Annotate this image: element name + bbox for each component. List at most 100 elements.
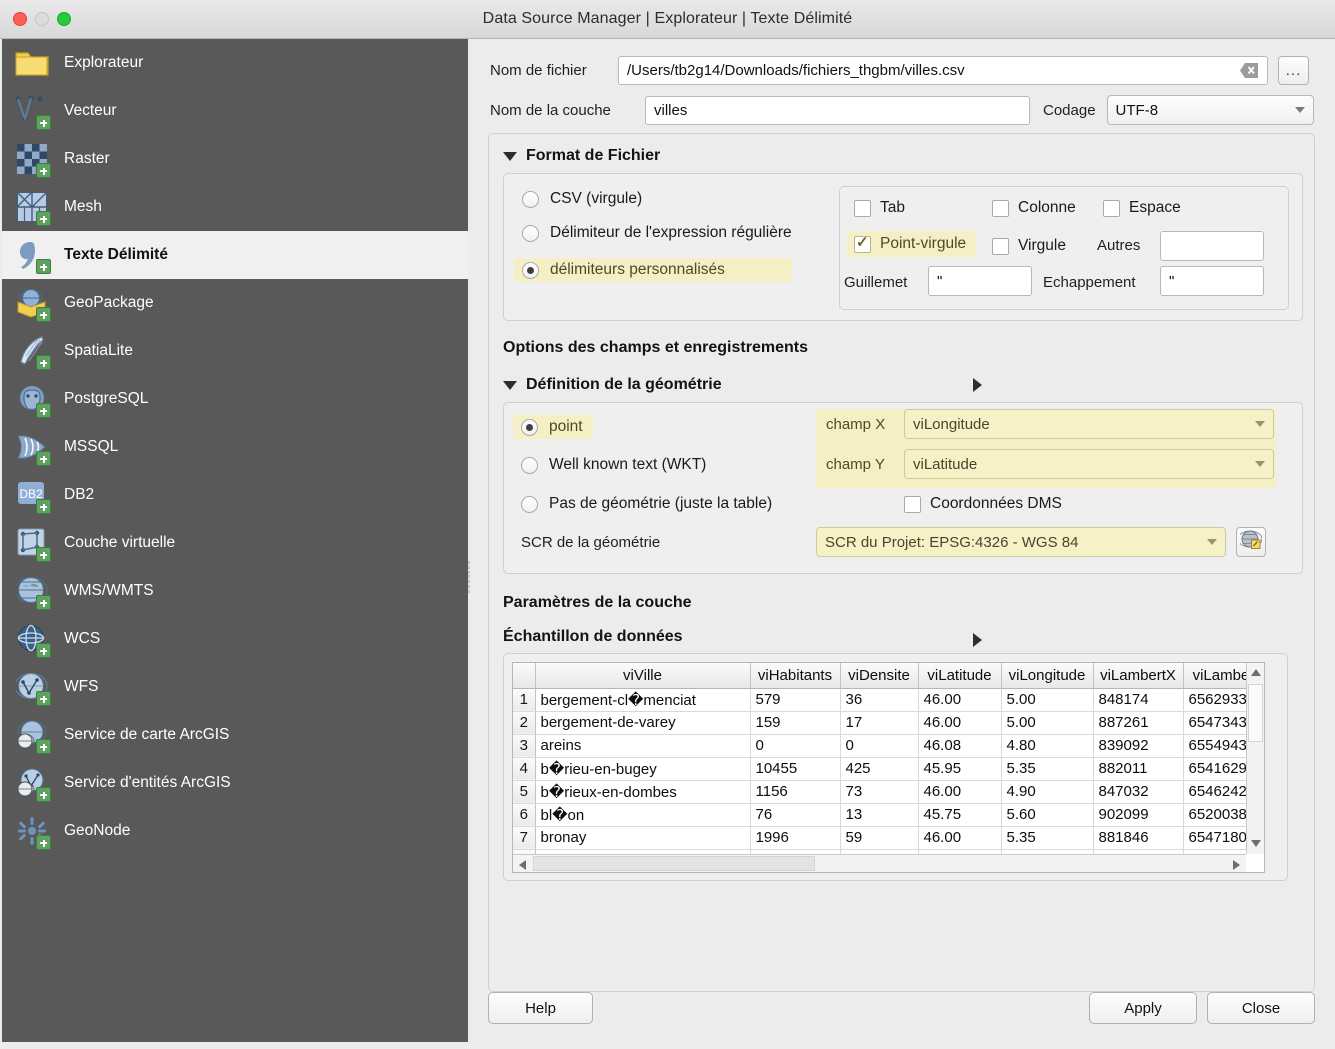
table-cell[interactable]: 46.08 <box>918 734 1001 757</box>
radio-geometry-none[interactable]: Pas de géométrie (juste la table) <box>521 495 772 513</box>
table-cell[interactable]: 425 <box>840 757 918 780</box>
table-cell[interactable]: 6520038 <box>1183 803 1246 826</box>
sample-data-table[interactable]: viVilleviHabitantsviDensiteviLatitudeviL… <box>513 663 1246 854</box>
encoding-combobox[interactable]: UTF-8 <box>1107 95 1314 125</box>
champ-x-combobox[interactable]: viLongitude <box>904 409 1274 439</box>
table-cell[interactable]: 5.00 <box>1001 711 1093 734</box>
sidebar-item-wfs[interactable]: WFS <box>2 663 468 711</box>
escape-char-input[interactable]: " <box>1160 266 1264 296</box>
close-button[interactable]: Close <box>1207 992 1315 1024</box>
table-cell[interactable]: 579 <box>750 688 840 711</box>
layer-settings-section-header[interactable]: Paramètres de la couche <box>503 594 692 612</box>
table-column-header[interactable]: viHabitants <box>750 663 840 688</box>
table-vertical-scrollbar[interactable] <box>1246 663 1264 854</box>
table-cell[interactable]: 881846 <box>1093 826 1183 849</box>
table-cell[interactable]: 17 <box>840 711 918 734</box>
table-cell[interactable]: 46.00 <box>918 780 1001 803</box>
checkbox-virgule[interactable]: Virgule <box>992 237 1066 255</box>
geometry-section-header[interactable]: Définition de la géométrie <box>503 376 722 394</box>
table-cell[interactable]: 5.60 <box>1001 803 1093 826</box>
checkbox-tab[interactable]: Tab <box>854 199 905 217</box>
sidebar-item-geonode[interactable]: GeoNode <box>2 807 468 855</box>
table-cell[interactable]: bergement-de-varey <box>535 711 750 734</box>
sidebar-item-wms-wmts[interactable]: WMS/WMTS <box>2 567 468 615</box>
table-cell[interactable]: 848174 <box>1093 688 1183 711</box>
table-row[interactable]: 5b�rieux-en-dombes11567346.004.908470326… <box>513 780 1246 803</box>
vertical-scroll-thumb[interactable] <box>1248 684 1263 742</box>
sidebar-item-db2[interactable]: DB2DB2 <box>2 471 468 519</box>
checkbox-espace[interactable]: Espace <box>1103 199 1181 217</box>
apply-button[interactable]: Apply <box>1089 992 1197 1024</box>
table-cell[interactable]: 36 <box>840 688 918 711</box>
table-cell[interactable]: 6541629 <box>1183 757 1246 780</box>
table-cell[interactable]: bergement-cl�menciat <box>535 688 750 711</box>
checkbox-coordonnees-dms[interactable]: Coordonnées DMS <box>904 495 1062 513</box>
table-cell[interactable]: 46.00 <box>918 826 1001 849</box>
checkbox-colonne[interactable]: Colonne <box>992 199 1076 217</box>
table-row[interactable]: 7bronay19965946.005.358818466547180 <box>513 826 1246 849</box>
table-cell[interactable]: 159 <box>750 711 840 734</box>
table-cell[interactable]: 46.00 <box>918 688 1001 711</box>
help-button[interactable]: Help <box>488 992 593 1024</box>
table-cell[interactable]: 46.00 <box>918 711 1001 734</box>
sidebar-item-couche-virtuelle[interactable]: Couche virtuelle <box>2 519 468 567</box>
table-cell[interactable]: 45.75 <box>918 803 1001 826</box>
sidebar-item-explorateur[interactable]: Explorateur <box>2 39 468 87</box>
table-cell[interactable]: 0 <box>840 734 918 757</box>
sidebar-item-spatialite[interactable]: SpatiaLite <box>2 327 468 375</box>
table-cell[interactable]: 887261 <box>1093 711 1183 734</box>
radio-csv-virgule[interactable]: CSV (virgule) <box>522 190 792 208</box>
table-column-header[interactable]: viDensite <box>840 663 918 688</box>
scroll-up-arrow-icon[interactable] <box>1251 669 1261 676</box>
table-cell[interactable]: 5.35 <box>1001 826 1093 849</box>
table-cell[interactable]: 5.35 <box>1001 757 1093 780</box>
horizontal-scroll-thumb[interactable] <box>533 856 815 871</box>
table-cell[interactable]: 45.95 <box>918 757 1001 780</box>
radio-custom-delimiters[interactable]: délimiteurs personnalisés <box>514 258 792 282</box>
table-row[interactable]: 2bergement-de-varey1591746.005.008872616… <box>513 711 1246 734</box>
table-cell[interactable]: 1996 <box>750 826 840 849</box>
table-cell[interactable]: 839092 <box>1093 734 1183 757</box>
table-cell[interactable]: 13 <box>840 803 918 826</box>
table-cell[interactable]: 59 <box>840 826 918 849</box>
sidebar-item-postgresql[interactable]: PostgreSQL <box>2 375 468 423</box>
table-cell[interactable]: 76 <box>750 803 840 826</box>
table-cell[interactable]: 73 <box>840 780 918 803</box>
table-horizontal-scrollbar[interactable] <box>513 854 1246 872</box>
table-row[interactable]: 6bl�on761345.755.609020996520038 <box>513 803 1246 826</box>
maximize-window-button[interactable] <box>57 12 71 26</box>
table-cell[interactable]: 4.90 <box>1001 780 1093 803</box>
table-cell[interactable]: 847032 <box>1093 780 1183 803</box>
quote-char-input[interactable]: " <box>928 266 1032 296</box>
close-window-button[interactable] <box>13 12 27 26</box>
champ-y-combobox[interactable]: viLatitude <box>904 449 1274 479</box>
crs-select-button[interactable] <box>1236 527 1266 557</box>
browse-file-button[interactable]: ... <box>1278 56 1309 85</box>
table-cell[interactable]: 6562933 <box>1183 688 1246 711</box>
table-cell[interactable]: 0 <box>750 734 840 757</box>
sidebar-item-texte-d-limit[interactable]: Texte Délimité <box>2 231 468 279</box>
table-cell[interactable]: 6554943 <box>1183 734 1246 757</box>
sidebar-item-vecteur[interactable]: Vecteur <box>2 87 468 135</box>
table-cell[interactable]: 4.80 <box>1001 734 1093 757</box>
radio-geometry-point[interactable]: point <box>513 415 593 439</box>
table-row[interactable]: 1bergement-cl�menciat5793646.005.0084817… <box>513 688 1246 711</box>
table-row[interactable]: 4b�rieu-en-bugey1045542545.955.358820116… <box>513 757 1246 780</box>
clear-filename-icon[interactable] <box>1239 62 1259 79</box>
scroll-left-arrow-icon[interactable] <box>519 860 526 870</box>
table-cell[interactable]: 6547343 <box>1183 711 1246 734</box>
sidebar-item-geopackage[interactable]: GeoPackage <box>2 279 468 327</box>
fields-section-header[interactable]: Options des champs et enregistrements <box>503 339 808 357</box>
sidebar-item-service-d-entit-s-arcgis[interactable]: Service d'entités ArcGIS <box>2 759 468 807</box>
sidebar-item-mssql[interactable]: MSSQL <box>2 423 468 471</box>
table-cell[interactable]: 882011 <box>1093 757 1183 780</box>
layername-input[interactable]: villes <box>645 96 1030 125</box>
table-cell[interactable]: 6547180 <box>1183 826 1246 849</box>
table-cell[interactable]: 10455 <box>750 757 840 780</box>
sidebar-item-wcs[interactable]: WCS <box>2 615 468 663</box>
radio-geometry-wkt[interactable]: Well known text (WKT) <box>521 456 706 474</box>
filename-input[interactable]: /Users/tb2g14/Downloads/fichiers_thgbm/v… <box>618 56 1268 85</box>
table-column-header[interactable]: viLambertY <box>1183 663 1246 688</box>
sidebar-item-mesh[interactable]: Mesh <box>2 183 468 231</box>
table-cell[interactable]: 902099 <box>1093 803 1183 826</box>
